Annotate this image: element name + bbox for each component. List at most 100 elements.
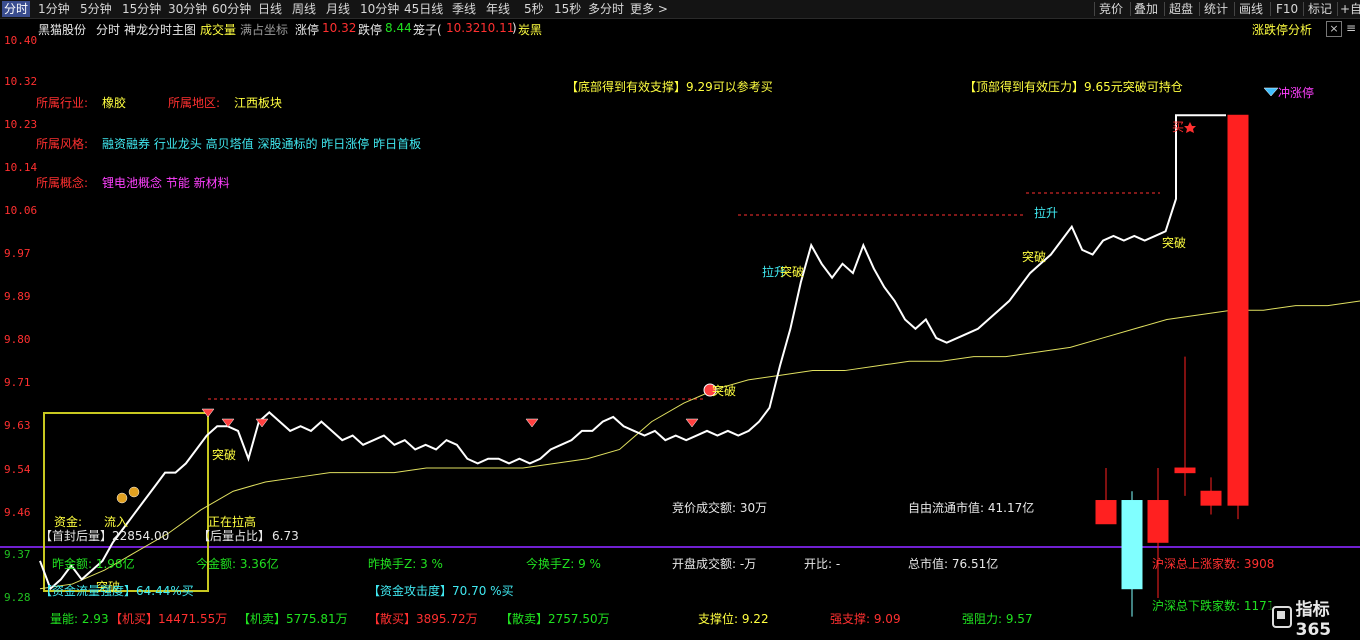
tab-45day[interactable]: 45日线 [404, 1, 443, 17]
tab-daily[interactable]: 日线 [258, 1, 282, 17]
candle-body [1095, 500, 1117, 525]
limit-down-value: 8.44 [385, 21, 412, 35]
f10-button[interactable]: F10 [1276, 1, 1298, 17]
rising-label: 正在拉高 [208, 515, 257, 529]
price-tick-label: 9.54 [4, 463, 31, 476]
limit-analysis-button[interactable]: 涨跌停分析 [1252, 21, 1312, 38]
tab-multi-fenshi[interactable]: 多分时 [588, 1, 624, 17]
tab-fenshi[interactable]: 分时 [2, 1, 31, 17]
toolbar-divider [1234, 2, 1235, 16]
support-annotation: 【底部得到有效支撑】9.29可以参考买 [566, 80, 773, 94]
toolbar-divider [1199, 2, 1200, 16]
today-amount: 今金额: 3.36亿 [196, 557, 279, 571]
menu-icon[interactable]: ≡ [1345, 21, 1357, 35]
breakthrough-label: 突破 [780, 265, 805, 279]
style-label: 所属风格: [36, 137, 89, 151]
total-market-value: 总市值: 76.51亿 [908, 557, 999, 571]
brand-logo-icon [1272, 606, 1292, 628]
statistics-button[interactable]: 统计 [1204, 1, 1228, 17]
tab-monthly[interactable]: 月线 [326, 1, 350, 17]
pull-up-label: 拉升 [1034, 206, 1059, 220]
today-turnover: 今换手Z: 9 % [526, 557, 601, 571]
tab-weekly[interactable]: 周线 [292, 1, 316, 17]
superpan-button[interactable]: 超盘 [1169, 1, 1193, 17]
prev-turnover: 昨换手Z: 3 % [368, 557, 443, 571]
limit-down-label: 跌停 [358, 23, 383, 37]
region-value: 江西板块 [234, 96, 283, 110]
candle-body [1147, 500, 1169, 543]
cage-label: 笼子( [413, 23, 442, 37]
tab-1min[interactable]: 1分钟 [38, 1, 70, 17]
tab-5sec[interactable]: 5秒 [524, 1, 544, 17]
price-tick-label: 10.06 [4, 204, 38, 217]
price-tick-label: 9.71 [4, 376, 31, 389]
prev-amount: 昨金额: 1.98亿 [52, 557, 135, 571]
strong-support: 强支撑: 9.09 [830, 612, 901, 626]
retail-buy: 【散买】3895.72万 [368, 612, 478, 626]
fund-flow-strength: 【资金流量强度】64.44%买 [40, 584, 194, 598]
overlay-button[interactable]: 叠加 [1134, 1, 1158, 17]
region-label: 所属地区: [168, 96, 221, 110]
breakthrough-label: 突破 [212, 448, 237, 462]
tab-more[interactable]: 更多 > [630, 1, 668, 17]
cage-high: 10.32 [446, 21, 481, 35]
market-up-count: 沪深总上涨家数: 3908 [1152, 557, 1275, 571]
industry-value: 橡胶 [102, 96, 127, 110]
concept-label: 所属概念: [36, 176, 89, 190]
tab-10min[interactable]: 10分钟 [360, 1, 399, 17]
price-tick-label: 10.14 [4, 161, 38, 174]
volume-ratio: 量能: 2.93 [50, 612, 109, 626]
price-tick-label: 10.23 [4, 118, 38, 131]
tab-60min[interactable]: 60分钟 [212, 1, 251, 17]
retail-sell: 【散卖】2757.50万 [500, 612, 610, 626]
price-tick-label: 10.40 [4, 34, 38, 47]
tab-30min[interactable]: 30分钟 [168, 1, 207, 17]
toolbar-divider [1303, 2, 1304, 16]
sector-name[interactable]: 炭黑 [518, 21, 542, 38]
auction-button[interactable]: 竞价 [1099, 1, 1123, 17]
price-tick-label: 9.89 [4, 290, 31, 303]
price-tick-label: 10.32 [4, 75, 38, 88]
tab-quarterly[interactable]: 季线 [452, 1, 476, 17]
limit-up-annotation: 冲涨停 [1278, 86, 1315, 100]
fund-label: 资金: [54, 515, 83, 529]
limit-up-value: 10.32 [322, 21, 357, 35]
draw-line-button[interactable]: 画线 [1239, 1, 1263, 17]
price-tick-label: 9.28 [4, 591, 31, 604]
view-mode: 分时 [96, 23, 121, 37]
diamond-icon [685, 418, 699, 428]
toolbar-divider [1164, 2, 1165, 16]
indicator-info-bar: 黑猫股份 分时 神龙分时主图 成交量 满占坐标 涨停 10.32 跌停 8.44… [0, 19, 1360, 37]
strong-resistance: 强阻力: 9.57 [962, 612, 1033, 626]
toolbar-divider [1130, 2, 1131, 16]
money-bag-icon [116, 492, 128, 504]
toolbar-divider [1337, 2, 1338, 16]
diamond-icon [1263, 87, 1279, 97]
tab-15min[interactable]: 15分钟 [122, 1, 161, 17]
price-tick-label: 9.46 [4, 506, 31, 519]
style-value: 融资融券 行业龙头 高贝塔值 深股通标的 昨日涨停 昨日首板 [102, 137, 422, 151]
tab-15sec[interactable]: 15秒 [554, 1, 581, 17]
add-self-button[interactable]: +自 [1340, 1, 1360, 17]
breakthrough-label: 突破 [1162, 236, 1187, 250]
price-tick-label: 9.97 [4, 247, 31, 260]
price-tick-label: 9.63 [4, 419, 31, 432]
candle-body [1174, 467, 1196, 474]
support-level: 支撑位: 9.22 [698, 612, 769, 626]
mark-button[interactable]: 标记 [1308, 1, 1332, 17]
close-icon[interactable]: × [1326, 21, 1342, 37]
inst-buy: 【机买】14471.55万 [110, 612, 228, 626]
full-coordinate-toggle[interactable]: 满占坐标 [240, 21, 288, 38]
indicator-name[interactable]: 神龙分时主图 [124, 21, 196, 38]
first-seal-volume: 【首封后量】22854.00 [40, 529, 170, 543]
volume-label: 成交量 [200, 23, 237, 37]
tab-yearly[interactable]: 年线 [486, 1, 510, 17]
timeframe-toolbar: 分时 1分钟 5分钟 15分钟 30分钟 60分钟 日线 周线 月线 10分钟 … [0, 0, 1360, 19]
limit-up-label: 涨停 [295, 23, 320, 37]
inst-sell: 【机卖】5775.81万 [238, 612, 348, 626]
open-ratio: 开比: - [804, 557, 841, 571]
star-icon [1184, 122, 1196, 133]
toolbar-divider [1270, 2, 1271, 16]
tab-5min[interactable]: 5分钟 [80, 1, 112, 17]
market-down-count: 沪深总下跌家数: 1171 [1152, 599, 1275, 613]
